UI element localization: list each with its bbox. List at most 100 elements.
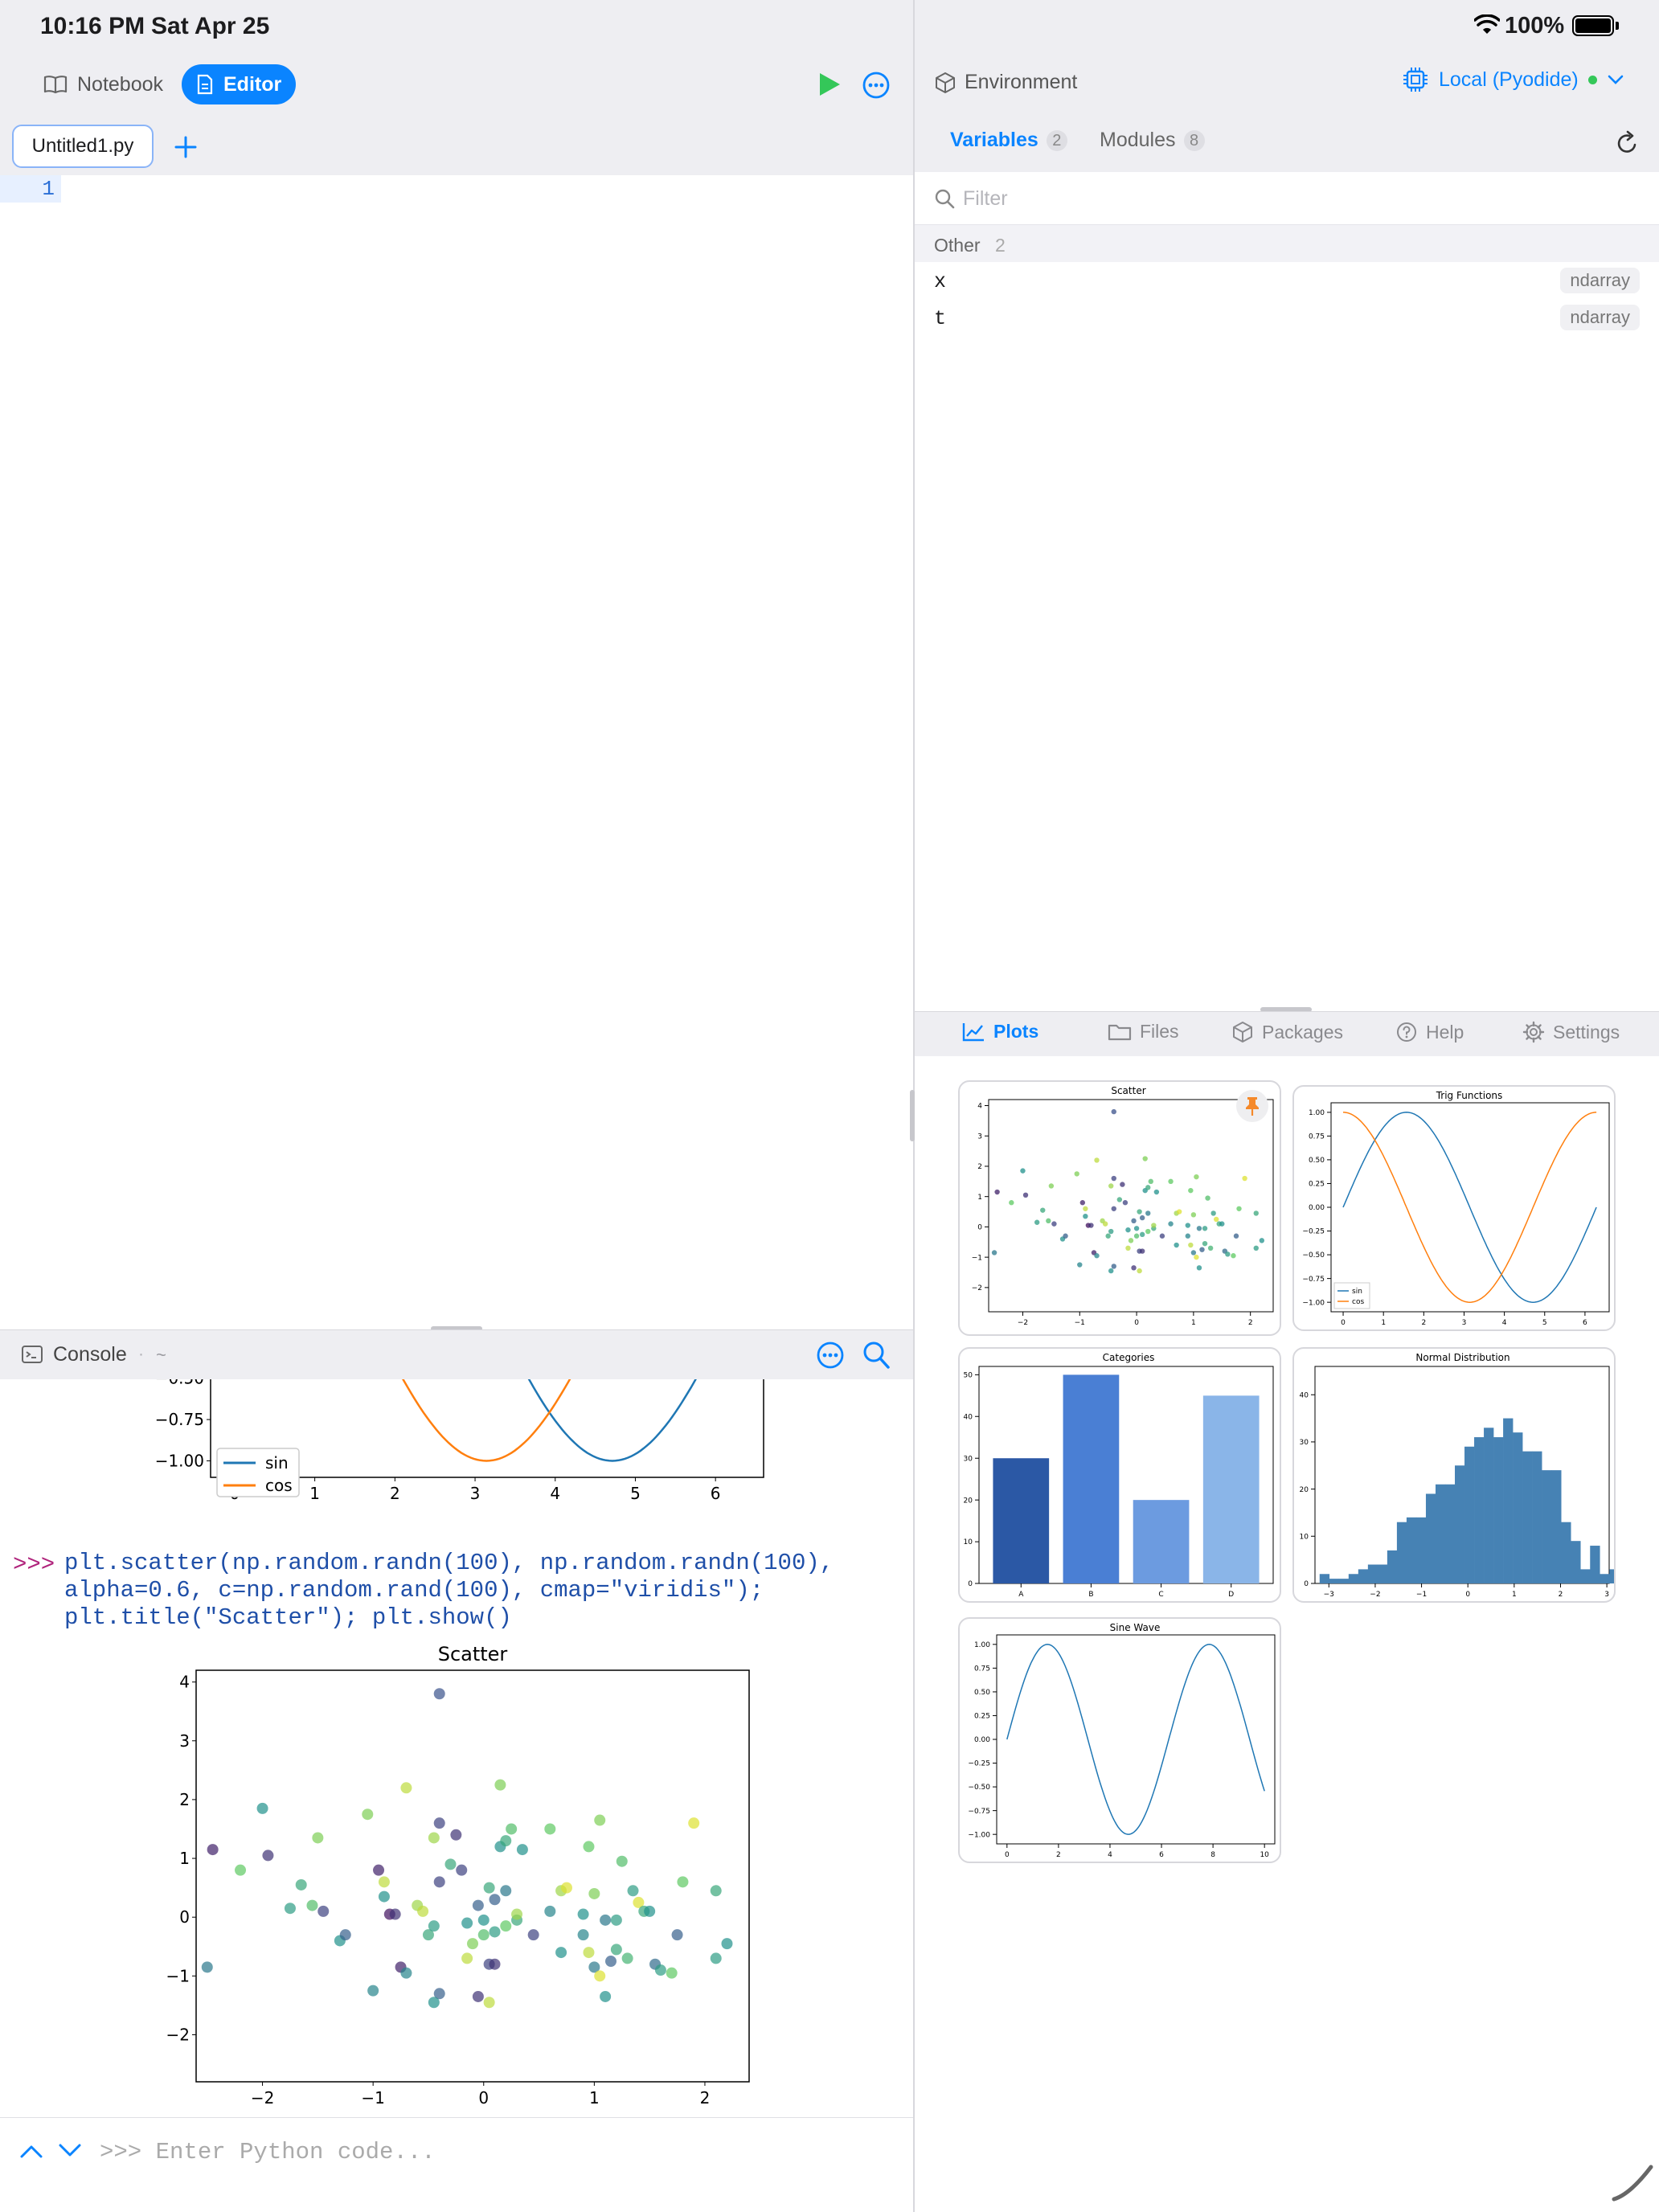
tab-files[interactable]: Files [1108,1021,1179,1043]
y-tick-label: 4 [179,1673,190,1692]
console-scatter-point [428,1997,440,2009]
scatter-point [1194,1174,1199,1180]
scatter-point [1034,1219,1040,1225]
scatter-point [1194,1254,1199,1260]
tab-help[interactable]: Help [1395,1021,1464,1043]
y-tick-label: 1.00 [974,1641,990,1649]
more-options-icon[interactable] [862,71,891,100]
tab-plots[interactable]: Plots [961,1021,1038,1043]
console-input-bar: >>> Enter Python code... [0,2117,913,2188]
console-scatter-point [489,1958,501,1970]
console-scatter-point [621,1952,633,1964]
history-up-icon[interactable] [19,2142,43,2160]
x-tick-label: 0 [478,2088,489,2108]
tab-settings[interactable]: Settings [1522,1021,1620,1043]
scatter-point [1063,1233,1068,1239]
plot-card-normal[interactable]: Normal Distribution 0 10 20 30 40 −3 −2 −1 0 1 2 3 [1292,1347,1616,1603]
scatter-point [1253,1210,1259,1216]
y-tick-label: 0.25 [974,1713,990,1721]
console-scatter-point [201,1961,213,1973]
scatter-point [1233,1233,1239,1239]
tab-packages[interactable]: Packages [1231,1021,1343,1043]
console-scatter-point [588,1887,600,1899]
pin-button[interactable] [1236,1090,1268,1122]
y-tick-label: −1.00 [155,1451,204,1470]
scatter-point [994,1189,1000,1195]
histogram-bin [1590,1546,1600,1583]
y-tick-label: 0.75 [974,1665,990,1673]
y-tick-label: 10 [964,1538,973,1546]
y-tick-label: 0.50 [1309,1157,1325,1165]
bar-B [1063,1374,1120,1583]
refresh-icon[interactable] [1616,130,1640,156]
tab-modules[interactable]: Modules 8 [1100,129,1205,152]
scatter-point [1009,1200,1014,1206]
scatter-point [991,1250,997,1256]
run-icon[interactable] [817,71,842,98]
editor-button[interactable]: Editor [182,64,297,104]
tab-modules-count: 8 [1183,129,1205,151]
plot-card-trig[interactable]: Trig Functions −1.00 −0.75 −0.50 −0.25 0.00 0… [1292,1085,1616,1331]
console-scatter-point [605,1956,616,1968]
scatter-point [1190,1212,1197,1218]
code-editor[interactable] [0,175,913,1326]
x-tick-label: 10 [1260,1851,1269,1859]
console-legend-sin: sin [265,1453,289,1473]
console-scatter-point [654,1964,666,1976]
histogram-bin [1367,1564,1378,1583]
variable-row[interactable]: t ndarray [915,299,1659,336]
plot-card-scatter[interactable]: Scatter −2 −1 0 1 2 3 4 −2 −1 0 1 2 [958,1080,1281,1336]
x-tick-label: 1 [589,2088,600,2108]
plot-card-categories[interactable]: Categories 0 10 20 30 40 50 A B C D [958,1347,1281,1603]
histogram-bin [1435,1484,1446,1583]
add-tab-icon[interactable] [174,135,198,159]
histogram-bin [1571,1541,1581,1583]
x-tick-label: 3 [470,1484,481,1503]
status-date: Sat Apr 25 [151,13,270,39]
scatter-point [1199,1247,1205,1252]
x-tick-label: 4 [550,1484,560,1503]
console-scatter-point [600,1914,612,1926]
console-scatter-point [472,1990,484,2002]
battery-percent: 100% [1505,13,1565,39]
y-tick-label: 50 [964,1372,973,1380]
console-command-line-1: plt.scatter(np.random.randn(100), np.ran… [64,1550,834,1576]
console-search-icon[interactable] [862,1340,891,1370]
tab-variables-count: 2 [1046,129,1067,151]
scatter-thumbnail: Scatter −2 −1 0 1 2 3 4 −2 −1 0 1 2 [972,1085,1274,1327]
console-scatter-point [400,1967,412,1979]
variables-group-header[interactable]: Other 2 [915,225,1659,262]
plot-card-sine[interactable]: Sine Wave −1.00 −0.75 −0.50 −0.25 0.00 0.25 0.… [958,1617,1281,1863]
variable-name: t [934,307,947,330]
scatter-point [1196,1226,1202,1231]
file-tab[interactable]: Untitled1.py [12,125,154,168]
histogram-bin [1474,1437,1485,1583]
scatter-point [1088,1223,1094,1228]
notebook-button[interactable]: Notebook [29,64,178,104]
y-tick-label: 0.25 [1309,1181,1325,1189]
console-scatter-point [610,1914,622,1926]
variable-row[interactable]: x ndarray [915,262,1659,299]
console-more-icon[interactable] [816,1341,845,1370]
histogram-bin [1396,1522,1407,1583]
bar-C [1133,1500,1190,1583]
console-scatter-point [710,1952,722,1964]
runtime-selector[interactable]: Local (Pyodide) [1402,66,1624,93]
y-tick-label: 3 [977,1133,982,1141]
question-icon [1397,1022,1416,1042]
x-tick-label: 4 [1108,1851,1112,1859]
scatter-point [1131,1265,1137,1271]
filter-search-icon [935,189,955,209]
tab-variables[interactable]: Variables 2 [950,129,1067,152]
histogram-bin [1551,1470,1562,1583]
history-down-icon[interactable] [58,2142,82,2160]
y-tick-label: 40 [964,1413,973,1421]
console-scatter-point [610,1944,622,1956]
histogram-bin [1329,1579,1340,1583]
console-scatter-point [312,1832,324,1844]
filter-placeholder: Filter [963,187,1008,210]
console-input[interactable]: >>> Enter Python code... [100,2139,436,2165]
scatter-point [1253,1245,1259,1251]
console-scatter-point [544,1905,556,1917]
variables-filter[interactable]: Filter [915,172,1659,225]
